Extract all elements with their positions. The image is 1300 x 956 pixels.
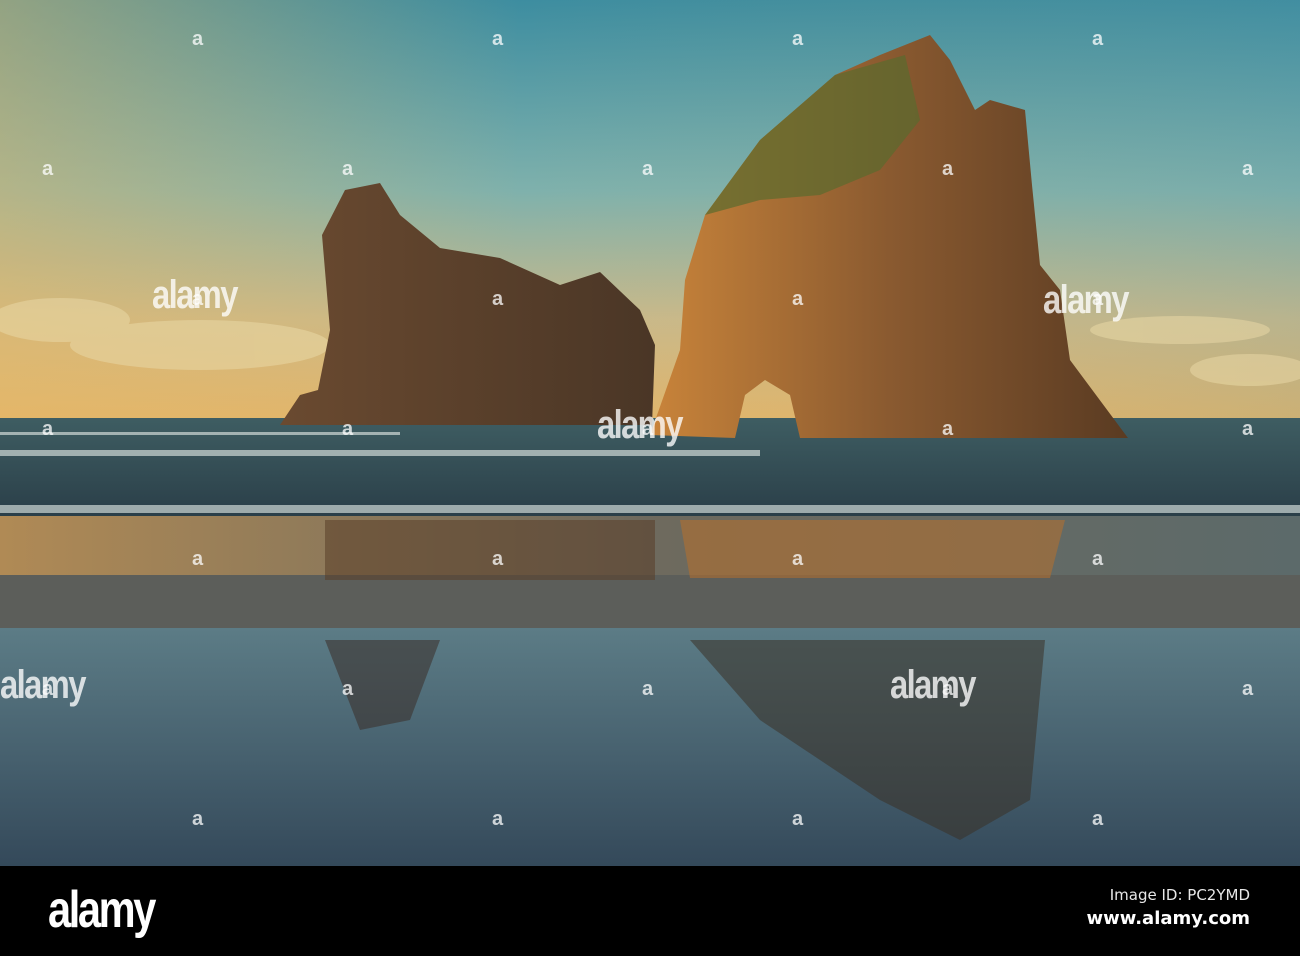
watermark-mark: a <box>642 158 654 180</box>
watermark-mark: a <box>342 158 354 180</box>
watermark-mark: a <box>792 808 804 830</box>
alamy-logo[interactable]: alamy <box>48 880 156 940</box>
watermark-mark: a <box>1242 158 1254 180</box>
stock-photo-page: alamy alamy alamy alamy alamy aaaaaaaaaa… <box>0 0 1300 956</box>
sand-bar <box>0 575 1300 635</box>
footer-bar: alamy Image ID: PC2YMD www.alamy.com <box>0 866 1300 956</box>
watermark: alamy <box>890 663 976 707</box>
watermark-mark: a <box>42 418 54 440</box>
watermark-mark: a <box>792 288 804 310</box>
watermark-mark: a <box>342 418 354 440</box>
watermark-mark: a <box>492 288 504 310</box>
watermark-mark: a <box>42 158 54 180</box>
website-link[interactable]: www.alamy.com <box>1086 908 1250 929</box>
watermark: alamy <box>1043 278 1129 322</box>
watermark-mark: a <box>192 808 204 830</box>
image-id: Image ID: PC2YMD <box>1109 886 1250 904</box>
watermark-mark: a <box>942 418 954 440</box>
watermark-mark: a <box>642 678 654 700</box>
watermark-mark: a <box>1242 678 1254 700</box>
watermark-mark: a <box>1242 418 1254 440</box>
watermark-mark: a <box>642 418 654 440</box>
watermark-mark: a <box>1092 808 1104 830</box>
watermark-mark: a <box>342 678 354 700</box>
watermark: alamy <box>597 403 683 447</box>
watermark-mark: a <box>1092 28 1104 50</box>
watermark-mark: a <box>192 288 204 310</box>
watermark-mark: a <box>1092 288 1104 310</box>
watermark-mark: a <box>492 548 504 570</box>
watermark-mark: a <box>192 548 204 570</box>
watermark-mark: a <box>492 28 504 50</box>
watermark-mark: a <box>492 808 504 830</box>
watermark-mark: a <box>942 678 954 700</box>
watermark-mark: a <box>792 548 804 570</box>
watermark-mark: a <box>792 28 804 50</box>
watermark-mark: a <box>942 158 954 180</box>
watermark-mark: a <box>1092 548 1104 570</box>
watermark-mark: a <box>42 678 54 700</box>
watermark-mark: a <box>192 28 204 50</box>
